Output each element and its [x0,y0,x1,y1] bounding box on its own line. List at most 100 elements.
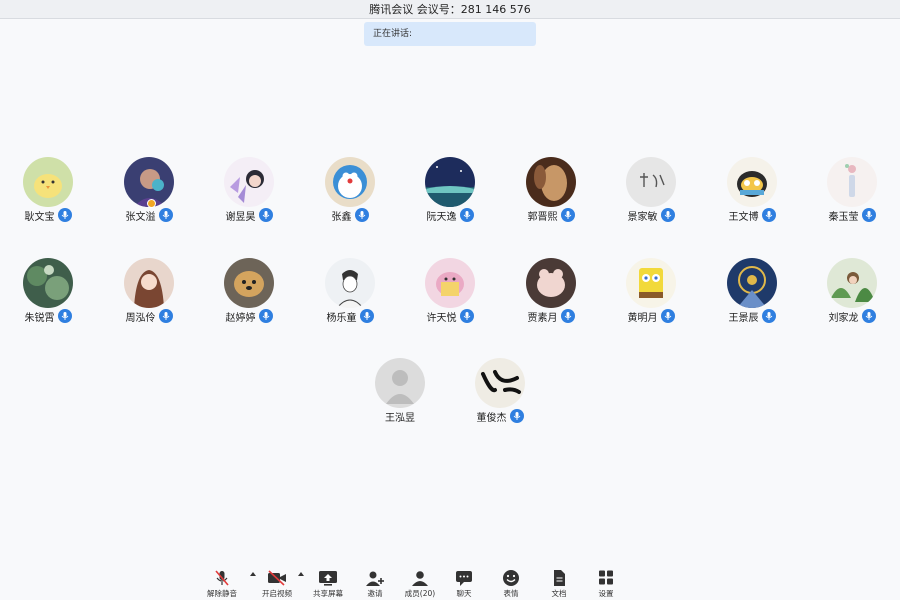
participant-name: 王文博 [728,211,759,223]
participant-name: 董俊杰 [476,412,507,424]
mic-icon[interactable] [158,208,173,222]
participant-tile[interactable]: 王景辰 [707,258,797,328]
participant-tile[interactable]: 贾素月 [506,258,596,328]
mic-icon[interactable] [761,208,776,222]
mic-icon[interactable] [459,309,474,323]
meeting-toolbar: 解除静音 开启视频 共享屏幕 邀请 成员(20) 聊天 表情 文档 设置 [200,566,620,600]
pink-cartoon-icon [425,258,475,308]
participant-tile[interactable]: 周泓伶 [104,258,194,328]
participant-name: 郭晋熙 [527,211,558,223]
document-icon [554,570,565,586]
default-user-icon [375,358,425,408]
mic-icon[interactable] [660,208,675,222]
anime-girl-icon [124,258,174,308]
reactions-label: 表情 [503,589,519,598]
mic-icon[interactable] [359,309,374,323]
mic-icon[interactable] [57,208,72,222]
night-sky-icon [425,157,475,207]
participant-name: 谢昱昊 [225,211,256,223]
smiley-icon [503,570,519,586]
participant-name: 杨乐童 [326,312,357,324]
participant-name: 张文溢 [125,211,156,223]
participant-tile[interactable]: 景家敏 [606,157,696,227]
reactions-button[interactable]: 表情 [489,566,533,600]
participant-name: 耿文宝 [24,211,55,223]
participant-grid: 耿文宝 张文溢 谢昱昊 张鑫 阮天逸 郭晋熙 景家敏 王文博 秦玉莹 朱锐霄 周… [0,0,900,560]
unmute-button[interactable]: 解除静音 [200,566,244,600]
participant-tile[interactable]: 朱锐霄 [3,258,93,328]
participant-name: 秦玉莹 [828,211,859,223]
mic-icon[interactable] [861,208,876,222]
video-off-icon [268,570,286,586]
participant-tile[interactable]: 黄明月 [606,258,696,328]
plush-icon [526,258,576,308]
participant-tile[interactable]: 阮天逸 [405,157,495,227]
members-button[interactable]: 成员(20) [398,566,442,600]
brush-stroke-icon [475,358,525,408]
chat-icon [456,571,472,586]
share-screen-icon [319,571,337,586]
mic-icon[interactable] [459,208,474,222]
participant-tile[interactable]: 秦玉莹 [807,157,897,227]
doraemon-icon [325,157,375,207]
participant-name: 张鑫 [331,211,352,223]
spongebob-icon [626,258,676,308]
participant-tile[interactable]: 许天悦 [405,258,495,328]
mic-icon[interactable] [560,208,575,222]
chat-button[interactable]: 聊天 [442,566,486,600]
participant-tile[interactable]: 谢昱昊 [204,157,294,227]
members-label: 成员(20) [404,589,436,598]
docs-label: 文档 [551,589,567,598]
video-options-chevron-icon[interactable] [297,570,305,578]
mic-icon[interactable] [509,409,524,423]
participant-tile[interactable]: 董俊杰 [455,358,545,428]
add-user-icon [366,571,384,586]
chick-icon [23,157,73,207]
calligraphy-icon [626,157,676,207]
participant-name: 周泓伶 [125,312,156,324]
mic-icon[interactable] [761,309,776,323]
participant-name: 许天悦 [426,312,457,324]
participant-name: 王泓昱 [385,412,415,424]
participant-name: 景家敏 [627,211,658,223]
mic-icon[interactable] [354,208,369,222]
participant-tile[interactable]: 郭晋熙 [506,157,596,227]
jungle-icon [827,258,877,308]
bottle-icon [827,157,877,207]
participant-tile[interactable]: 王泓昱 [355,358,445,428]
blur-photo-icon [526,157,576,207]
settings-label: 设置 [598,589,614,598]
participant-name: 朱锐霄 [24,312,55,324]
unmute-label: 解除静音 [207,589,237,598]
participant-tile[interactable]: 张文溢 [104,157,194,227]
members-icon [412,571,428,586]
invite-button[interactable]: 邀请 [353,566,397,600]
participant-tile[interactable]: 张鑫 [305,157,395,227]
participant-tile[interactable]: 杨乐童 [305,258,395,328]
participant-name: 贾素月 [527,312,558,324]
share-screen-button[interactable]: 共享屏幕 [306,566,350,600]
mic-icon[interactable] [158,309,173,323]
invite-label: 邀请 [367,589,383,598]
sketch-man-icon [325,258,375,308]
start-video-label: 开启视频 [262,589,292,598]
chat-label: 聊天 [456,589,472,598]
mic-icon[interactable] [560,309,575,323]
participant-tile[interactable]: 刘家龙 [807,258,897,328]
muted-mic-icon [215,570,229,586]
mic-icon[interactable] [861,309,876,323]
start-video-button[interactable]: 开启视频 [255,566,299,600]
participant-name: 刘家龙 [828,312,859,324]
settings-button[interactable]: 设置 [584,566,628,600]
mic-icon[interactable] [57,309,72,323]
docs-button[interactable]: 文档 [537,566,581,600]
participant-tile[interactable]: 王文博 [707,157,797,227]
anime-girl-icon [224,157,274,207]
cartoon-bird-icon [727,157,777,207]
participant-tile[interactable]: 耿文宝 [3,157,93,227]
mic-icon[interactable] [258,208,273,222]
tarot-icon [727,258,777,308]
participant-tile[interactable]: 赵婷婷 [204,258,294,328]
mic-icon[interactable] [258,309,273,323]
mic-icon[interactable] [660,309,675,323]
